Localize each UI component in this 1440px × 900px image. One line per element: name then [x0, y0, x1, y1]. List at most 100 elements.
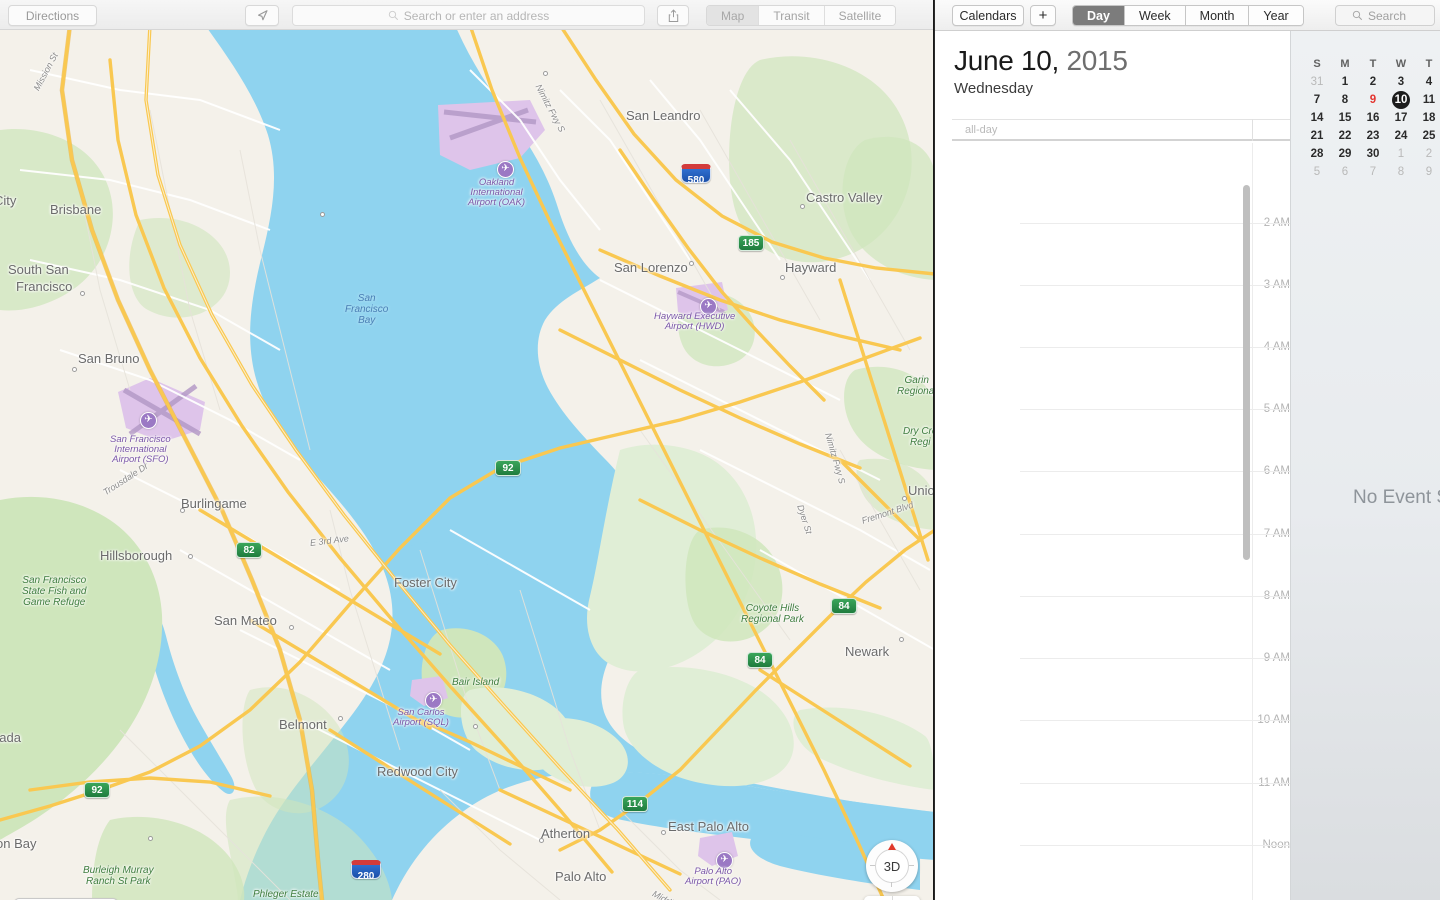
mini-calendar-day[interactable]: 28: [1303, 145, 1331, 163]
maps-window: Directions Search or enter an address Ma…: [0, 0, 935, 900]
mini-calendar-day[interactable]: 23: [1359, 127, 1387, 145]
map-city-dot: [338, 716, 343, 721]
day-view-scrollbar[interactable]: [1243, 185, 1250, 560]
directions-button[interactable]: Directions: [8, 5, 97, 26]
no-event-selected-text: No Event S: [1353, 487, 1440, 508]
airplane-icon: ✈: [425, 692, 442, 709]
tab-month-label: Month: [1199, 8, 1235, 23]
mini-calendar-day[interactable]: 16: [1359, 109, 1387, 127]
map-city-dot: [543, 71, 548, 76]
calendar-toolbar: Calendars + Day Week Month Year Search: [935, 0, 1440, 31]
mini-calendar-day[interactable]: 9: [1415, 163, 1440, 181]
mini-calendar-day[interactable]: 24: [1387, 127, 1415, 145]
mini-calendar-day[interactable]: 1: [1331, 73, 1359, 91]
mini-calendar-day[interactable]: 7: [1359, 163, 1387, 181]
map-city-dot: [188, 554, 193, 559]
mini-calendar-day[interactable]: 4: [1415, 73, 1440, 91]
mini-calendar-day[interactable]: 18: [1415, 109, 1440, 127]
map-mode-map-label: Map: [721, 8, 745, 23]
mini-calendar-weekday: M: [1340, 58, 1350, 70]
mini-calendar-day[interactable]: 7: [1303, 91, 1331, 109]
compass-3d-label: 3D: [875, 849, 909, 883]
mini-calendar-day[interactable]: 6: [1331, 163, 1359, 181]
calendar-window: Calendars + Day Week Month Year Search J…: [935, 0, 1440, 900]
airplane-icon: ✈: [140, 412, 157, 429]
share-button[interactable]: [657, 5, 689, 26]
tab-week-label: Week: [1138, 8, 1171, 23]
location-arrow-icon: [257, 10, 268, 21]
mini-calendar-day[interactable]: 30: [1359, 145, 1387, 163]
map-city-dot: [148, 836, 153, 841]
plus-icon: +: [1038, 7, 1048, 24]
calendars-label: Calendars: [959, 8, 1017, 23]
hours-grid[interactable]: 2 AM 3 AM 4 AM 5 AM 6 AM 7 AM 8 AM 9 AM 10 AM 11 …: [935, 143, 1290, 900]
day-title-date: June 10,: [954, 45, 1060, 76]
share-icon: [668, 8, 678, 22]
mini-calendar-day[interactable]: 8: [1331, 91, 1359, 109]
mini-calendar-day[interactable]: 11: [1415, 91, 1440, 109]
map-canvas[interactable]: CityBrisbaneSouth SanFranciscoSan BrunoB…: [0, 30, 935, 900]
add-event-button[interactable]: +: [1030, 5, 1056, 26]
maps-toolbar: Directions Search or enter an address Ma…: [0, 0, 935, 30]
mini-calendar-day[interactable]: 10: [1387, 91, 1415, 109]
map-city-dot: [689, 261, 694, 266]
day-view[interactable]: June 10, 2015 Wednesday all-day 2 AM 3 AM…: [935, 31, 1290, 900]
compass-tick-left: [870, 865, 875, 866]
map-mode-segmented-control[interactable]: Map Transit Satellite: [706, 5, 897, 26]
map-mode-satellite-label: Satellite: [838, 8, 882, 23]
map-mode-satellite[interactable]: Satellite: [824, 6, 896, 25]
tab-week[interactable]: Week: [1124, 6, 1186, 25]
highway-shield-interstate: 280: [351, 860, 381, 882]
highway-shield-state: 92: [495, 460, 521, 476]
zoom-in-button[interactable]: +: [892, 896, 920, 900]
calendars-button[interactable]: Calendars: [952, 5, 1024, 26]
tab-day[interactable]: Day: [1073, 6, 1125, 25]
compass-needle-icon: [888, 843, 896, 850]
mini-calendar-day[interactable]: 2: [1359, 73, 1387, 91]
map-mode-map[interactable]: Map: [707, 6, 760, 25]
mini-calendar-day[interactable]: 5: [1303, 163, 1331, 181]
mini-calendar-day[interactable]: 8: [1387, 163, 1415, 181]
highway-shield-state: 82: [236, 542, 262, 558]
map-city-dot: [780, 275, 785, 280]
hour-gridline: [1020, 845, 1290, 846]
highway-shield-state: 185: [738, 235, 764, 251]
mini-calendar-day[interactable]: 22: [1331, 127, 1359, 145]
airplane-icon: ✈: [700, 298, 717, 315]
mini-calendar-day[interactable]: 21: [1303, 127, 1331, 145]
tab-day-label: Day: [1087, 8, 1110, 23]
tab-month[interactable]: Month: [1185, 6, 1250, 25]
mini-calendar-day[interactable]: 9: [1359, 91, 1387, 109]
mini-calendar-day[interactable]: 2: [1415, 145, 1440, 163]
mini-calendar-weekday: W: [1395, 58, 1407, 70]
mini-calendar-day[interactable]: 15: [1331, 109, 1359, 127]
map-city-dot: [320, 212, 325, 217]
map-city-dot: [80, 291, 85, 296]
map-mode-transit[interactable]: Transit: [759, 6, 825, 25]
calendar-search-input[interactable]: Search: [1335, 5, 1435, 26]
mini-calendar-day[interactable]: 31: [1303, 73, 1331, 91]
current-location-button[interactable]: [245, 5, 279, 26]
mini-calendar-day[interactable]: 14: [1303, 109, 1331, 127]
map-zoom-controls[interactable]: − +: [864, 896, 920, 900]
mini-calendar-weekday: T: [1369, 58, 1377, 70]
mini-calendar-day[interactable]: 17: [1387, 109, 1415, 127]
all-day-row[interactable]: all-day: [952, 119, 1290, 141]
mini-calendar-day[interactable]: 3: [1387, 73, 1415, 91]
tab-year[interactable]: Year: [1249, 6, 1303, 25]
mini-calendar-day[interactable]: 29: [1331, 145, 1359, 163]
map-city-dot: [899, 637, 904, 642]
map-city-dot: [180, 508, 185, 513]
mini-calendar-day[interactable]: 1: [1387, 145, 1415, 163]
calendar-view-segmented-control[interactable]: Day Week Month Year: [1072, 5, 1304, 26]
day-header: June 10, 2015 Wednesday: [954, 45, 1128, 97]
compass-3d-button[interactable]: 3D: [866, 840, 918, 892]
day-weekday: Wednesday: [954, 80, 1033, 97]
mini-calendar-body: 31 1 2 3 4 7 8 9 10 11 14 15 16 17 18 21 22 23 24 25 28 29 30 1…: [1303, 73, 1440, 181]
compass-tick-right: [909, 865, 914, 866]
mini-calendar-day[interactable]: 25: [1415, 127, 1440, 145]
map-search-input[interactable]: Search or enter an address: [292, 5, 645, 26]
map-city-dot: [800, 204, 805, 209]
mini-calendar[interactable]: SMTWT 31 1 2 3 4 7 8 9 10 11 14 15 16 17 18 21 22 23 24 25 2…: [1303, 55, 1440, 181]
zoom-out-button[interactable]: −: [864, 896, 893, 900]
